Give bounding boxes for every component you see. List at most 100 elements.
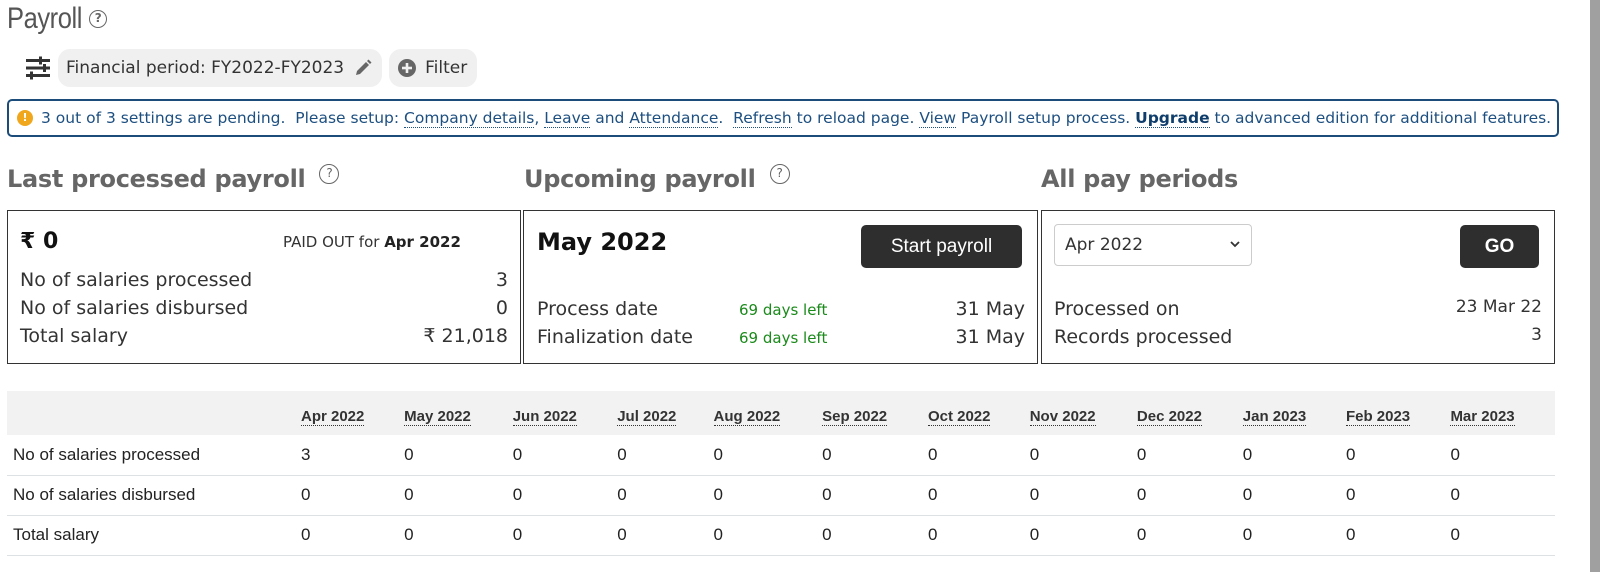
column-header-label: Mar 2023	[1450, 408, 1515, 426]
table-cell: 0	[822, 435, 928, 476]
table-row: No of salaries disbursed 0 0 0 0 0 0 0 0 0 0 0 0	[7, 475, 1555, 516]
table-cell: 0	[1450, 515, 1555, 556]
row-value: 31 May	[955, 326, 1026, 348]
plus-circle-icon	[398, 59, 417, 77]
table-cell: 0	[512, 435, 618, 476]
summary-row: Total salary ₹ 21,018	[20, 325, 508, 347]
row-value: 23 Mar 22	[1455, 297, 1542, 317]
start-payroll-button[interactable]: Start payroll	[861, 225, 1022, 268]
company-details-link[interactable]: Company details	[404, 109, 535, 128]
upcoming-title: Upcoming payroll	[524, 165, 756, 193]
row-label: Total salary	[20, 325, 128, 347]
attendance-link[interactable]: Attendance	[629, 109, 719, 128]
sliders-icon[interactable]	[24, 54, 52, 82]
column-header-label: Aug 2022	[713, 408, 781, 426]
upcoming-heading: Upcoming payroll ?	[524, 164, 790, 193]
table-cell: 0	[1450, 435, 1555, 476]
column-header-label: Apr 2022	[301, 408, 365, 426]
pencil-icon[interactable]	[354, 59, 372, 77]
monthly-summary-table: Apr 2022 May 2022 Jun 2022 Jul 2022 Aug …	[7, 391, 1555, 556]
table-cell: 0	[617, 435, 714, 476]
column-header: May 2022	[404, 391, 513, 435]
column-header-label: Oct 2022	[927, 408, 991, 426]
pay-period-select[interactable]: Apr 2022	[1054, 224, 1252, 266]
last-processed-title: Last processed payroll	[7, 165, 306, 193]
column-header: Aug 2022	[713, 391, 823, 435]
row-label: Processed on	[1054, 298, 1180, 320]
vertical-scrollbar[interactable]	[1590, 0, 1600, 572]
table-cell: 0	[1242, 435, 1346, 476]
table-cell: 0	[1029, 515, 1137, 556]
column-header-label: Sep 2022	[822, 408, 888, 426]
alert-text: .	[718, 109, 734, 127]
chevron-down-icon	[1230, 241, 1240, 248]
filter-row: Financial period: FY2022-FY2023 Filter	[24, 49, 484, 87]
help-icon[interactable]: ?	[89, 10, 108, 28]
go-button[interactable]: GO	[1460, 225, 1539, 268]
table-cell: 0	[822, 475, 928, 516]
column-header-label: Jun 2022	[512, 408, 577, 426]
days-left: 69 days left	[739, 301, 828, 319]
table-cell: 0	[404, 475, 513, 516]
row-value: 31 May	[955, 298, 1026, 320]
alert-text: Payroll setup process.	[956, 109, 1136, 127]
table-cell: 0	[512, 515, 618, 556]
table-row: No of salaries processed 3 0 0 0 0 0 0 0 0 0 0 0	[7, 435, 1555, 476]
column-header: Dec 2022	[1136, 391, 1243, 435]
last-processed-heading: Last processed payroll ?	[7, 164, 340, 193]
table-cell: 0	[1029, 475, 1137, 516]
table-cell: 0	[822, 515, 928, 556]
records-processed-row: Records processed 3	[1054, 325, 1542, 348]
column-header-label: Jan 2023	[1242, 408, 1307, 426]
all-periods-heading: All pay periods	[1041, 165, 1238, 193]
alert-text: to advanced edition for additional featu…	[1209, 109, 1552, 127]
page-title: Payroll	[7, 2, 82, 35]
payroll-page: Payroll ? Financial period: FY2022-FY202…	[0, 0, 1590, 572]
table-cell: 0	[301, 515, 405, 556]
table-cell: 0	[713, 475, 823, 516]
all-periods-title: All pay periods	[1041, 165, 1238, 193]
alert-text: to reload page.	[791, 109, 920, 127]
column-header: Apr 2022	[301, 391, 404, 435]
column-header-label: Feb 2023	[1345, 408, 1411, 426]
upcoming-month: May 2022	[537, 228, 668, 256]
row-label: No of salaries disbursed	[7, 475, 301, 516]
financial-period-chip[interactable]: Financial period: FY2022-FY2023	[58, 49, 383, 87]
table-cell: 0	[1136, 515, 1243, 556]
help-icon[interactable]: ?	[319, 164, 340, 184]
filter-button[interactable]: Filter	[389, 49, 478, 87]
table-cell: 0	[927, 515, 1030, 556]
days-left: 69 days left	[739, 329, 828, 347]
header-blank	[7, 391, 301, 435]
refresh-link[interactable]: Refresh	[733, 109, 792, 128]
table-cell: 0	[927, 435, 1030, 476]
column-header: Oct 2022	[927, 391, 1030, 435]
table-cell: 0	[1345, 515, 1451, 556]
table-cell: 0	[1029, 435, 1137, 476]
processed-on-row: Processed on 23 Mar 22	[1054, 297, 1542, 320]
upgrade-link[interactable]: Upgrade	[1135, 109, 1210, 128]
row-label: Process date	[537, 298, 658, 320]
table-cell: 0	[301, 475, 405, 516]
column-header: Jan 2023	[1242, 391, 1346, 435]
column-header-label: Jul 2022	[617, 408, 677, 426]
table-cell: 0	[512, 475, 618, 516]
summary-row: No of salaries processed 3	[20, 269, 508, 291]
table-cell: 0	[1345, 435, 1451, 476]
row-label: Records processed	[1054, 326, 1233, 348]
leave-link[interactable]: Leave	[544, 109, 591, 128]
column-header: Nov 2022	[1029, 391, 1137, 435]
column-header-label: Nov 2022	[1029, 408, 1096, 426]
table-cell: 0	[1136, 435, 1243, 476]
table-cell: 0	[617, 475, 714, 516]
table-cell: 0	[927, 475, 1030, 516]
table-cell: 0	[1345, 475, 1451, 516]
paid-out-month: Apr 2022	[384, 233, 461, 251]
row-label: No of salaries disbursed	[20, 297, 249, 319]
financial-period-label: Financial period: FY2022-FY2023	[66, 58, 345, 78]
help-icon[interactable]: ?	[769, 164, 790, 184]
table-cell: 3	[301, 435, 405, 476]
table-cell: 0	[713, 435, 823, 476]
view-setup-link[interactable]: View	[919, 109, 957, 128]
table-cell: 0	[404, 435, 513, 476]
